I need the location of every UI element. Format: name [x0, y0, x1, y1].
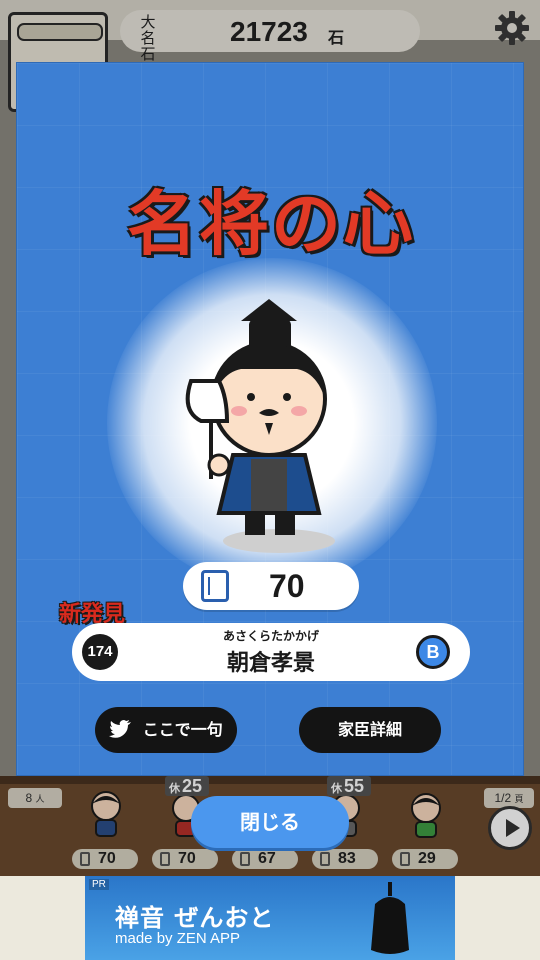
details-button-label: 家臣詳細	[337, 720, 402, 739]
details-button[interactable]: 家臣詳細	[299, 707, 441, 753]
score-value: 70	[269, 568, 305, 604]
bell-icon	[371, 882, 409, 954]
discovery-modal: 名将の心 70 新発見 174 あさくらたかかげ 朝倉孝景 B ここで一句 家臣…	[16, 62, 524, 776]
close-button-label: 閉じる	[240, 810, 300, 834]
ad-banner[interactable]: PR 禅音 ぜんおと made by ZEN APP	[85, 876, 455, 960]
retainer-name-pill: 174 あさくらたかかげ 朝倉孝景 B	[72, 623, 470, 681]
haiku-button[interactable]: ここで一句	[95, 707, 237, 753]
scroll-icon	[201, 570, 229, 602]
retainer-name: 朝倉孝景	[226, 651, 315, 676]
twitter-bird-icon	[109, 720, 132, 738]
retainer-furigana: あさくらたかかげ	[222, 629, 319, 643]
rank-badge: B	[416, 635, 450, 669]
modal-title: 名将の心	[127, 182, 415, 265]
ad-pr-label: PR	[89, 879, 109, 890]
haiku-button-label: ここで一句	[142, 720, 223, 739]
close-button[interactable]: 閉じる	[191, 796, 349, 848]
ad-subtitle: made by ZEN APP	[115, 930, 241, 947]
score-pill: 70	[183, 562, 359, 610]
ad-title: 禅音 ぜんおと	[115, 904, 275, 932]
retainer-portrait	[185, 299, 335, 553]
